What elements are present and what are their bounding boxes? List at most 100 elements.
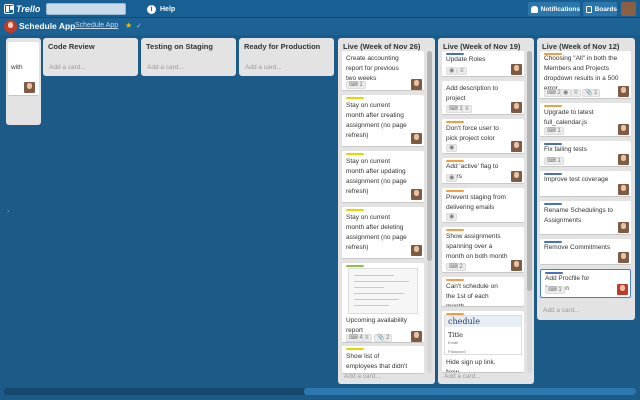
card[interactable]: Can't schedule on the 1st of each month	[442, 277, 524, 307]
list-scrollbar[interactable]	[527, 51, 532, 373]
board-scrollbar[interactable]	[4, 388, 636, 395]
search-input[interactable]	[46, 3, 126, 15]
card-label	[346, 153, 364, 155]
card[interactable]: Choosing "All" in both the Members and P…	[540, 51, 631, 99]
user-avatar[interactable]	[621, 2, 636, 16]
card-title: Remove Commitments	[544, 244, 611, 251]
notifications-button[interactable]: Notifications	[528, 2, 580, 16]
info-icon: i	[147, 4, 156, 14]
member-avatar	[411, 79, 422, 90]
trello-logo[interactable]: Trello	[4, 3, 40, 15]
scrollbar-thumb[interactable]	[427, 51, 432, 261]
card[interactable]: Stay on current month after deleting ass…	[342, 207, 424, 259]
card-title: Upcoming availability report	[346, 317, 408, 334]
member-avatar	[618, 222, 629, 233]
card[interactable]: Remove Commitments	[540, 239, 631, 265]
card-title: Prevent staging from delivering emails	[446, 194, 506, 211]
list-title[interactable]: Testing on Staging	[146, 42, 213, 51]
add-card-link[interactable]: Add a card...	[245, 64, 282, 71]
list-scrollbar[interactable]	[427, 51, 432, 373]
add-card-link[interactable]: Add a card...	[147, 64, 184, 71]
card-label	[446, 279, 464, 281]
star-icon[interactable]: ★	[125, 21, 132, 30]
help-button[interactable]: i Help	[147, 3, 175, 15]
card-title: Update Roles	[446, 56, 486, 63]
member-avatar	[618, 154, 629, 165]
card-cover-image	[348, 268, 418, 314]
card-label	[346, 209, 364, 211]
card-title: Show list of employees that didn't have …	[346, 353, 408, 370]
card[interactable]: Upcoming availability report ⌨ 4 ≡ 📎 2	[342, 263, 424, 343]
attachments-badge: 📎 2	[374, 334, 393, 342]
member-avatar	[411, 331, 422, 342]
list-code-review: Code Review Add a card...	[43, 38, 138, 76]
collapse-arrow-icon[interactable]: ›	[7, 208, 9, 215]
description-badge: ≡	[457, 67, 467, 75]
description-badge: ≡	[571, 89, 581, 97]
card[interactable]: Show list of employees that didn't have …	[342, 346, 424, 374]
subscribe-icon[interactable]: ✓	[136, 22, 142, 30]
card-label	[346, 265, 364, 267]
card[interactable]: Prevent staging from delivering emails ◉	[442, 188, 524, 223]
card[interactable]: Add Procfile for foreman ⌨ 1	[540, 269, 631, 298]
card-title: Don't force user to pick project color	[446, 125, 499, 142]
card[interactable]: Upgrade to latest full_calendar.js ⌨ 1	[540, 103, 631, 137]
organization-link[interactable]: Schedule App	[75, 22, 118, 29]
list-title[interactable]: Live (Week of Nov 26)	[343, 42, 420, 51]
list-title[interactable]: Ready for Production	[244, 42, 320, 51]
card[interactable]: Rename Schedulings to Assignments	[540, 201, 631, 235]
card[interactable]: Improve test coverage	[540, 171, 631, 197]
card-title: Upgrade to latest full_calendar.js	[544, 109, 594, 126]
board-title[interactable]: Schedule App	[19, 21, 75, 31]
notifications-label: Notifications	[540, 5, 580, 13]
cover-title: chedule	[448, 317, 480, 326]
logo-text: Trello	[16, 4, 41, 14]
boards-icon	[586, 5, 592, 13]
card[interactable]: Show assignments spanning over a month o…	[442, 227, 524, 273]
card[interactable]: chedule Title Email Password Hide sign u…	[442, 311, 524, 373]
list-title[interactable]: Code Review	[48, 42, 95, 51]
card[interactable]: Fix failing tests ⌨ 1	[540, 141, 631, 167]
add-card-link[interactable]: Add a card...	[344, 373, 381, 380]
card[interactable]: Update Roles ◉ ≡	[442, 51, 524, 77]
card[interactable]: Add 'active' flag to users ◉	[442, 158, 524, 184]
watch-badge: ◉	[446, 67, 458, 75]
cover-line	[354, 275, 394, 276]
member-avatar	[24, 82, 35, 93]
card-title: Hide sign up link. New	[446, 359, 496, 373]
cover-line	[354, 287, 384, 288]
add-card-link[interactable]: Add a card...	[444, 373, 481, 380]
member-avatar	[411, 133, 422, 144]
list-ready-for-production: Ready for Production Add a card...	[239, 38, 334, 76]
add-card-link[interactable]: Add a card...	[49, 64, 86, 71]
watch-badge: ◉	[446, 174, 458, 182]
card[interactable]: Stay on current month after updating ass…	[342, 151, 424, 203]
list-title[interactable]: Live (Week of Nov 19)	[443, 42, 520, 51]
card-label	[446, 121, 464, 123]
member-avatar	[511, 171, 522, 182]
card-label	[544, 105, 562, 107]
watch-badge: ◉	[446, 213, 458, 221]
card[interactable]: Add description to project ⌨ 1 ≡	[442, 81, 524, 115]
card[interactable]: Don't force user to pick project color ◉	[442, 119, 524, 154]
watch-badge: ◉	[560, 89, 572, 97]
card-title: Stay on current month after updating ass…	[346, 158, 407, 195]
boards-label: Boards	[594, 5, 617, 13]
card[interactable]: Stay on current month after creating ass…	[342, 95, 424, 147]
attachments-badge: 📎 1	[582, 89, 601, 97]
scrollbar-thumb[interactable]	[527, 51, 532, 291]
member-avatar	[511, 102, 522, 113]
add-card-link[interactable]: Add a card...	[543, 307, 580, 314]
boards-button[interactable]: Boards	[583, 2, 617, 16]
card-title: Rename Schedulings to Assignments	[544, 207, 614, 224]
member-avatar	[511, 141, 522, 152]
board-scrollbar-thumb[interactable]	[304, 388, 636, 395]
comments-badge: ⌨ 1	[545, 286, 565, 294]
card[interactable]: Create accounting report for previous tw…	[342, 51, 424, 91]
card-label	[446, 190, 464, 192]
list-live-nov-26: Live (Week of Nov 26) Create accounting …	[338, 38, 435, 384]
card-title: Fix failing tests	[544, 146, 587, 153]
cover-line	[354, 305, 389, 306]
card[interactable]: with	[8, 42, 39, 96]
list-title[interactable]: Live (Week of Nov 12)	[542, 42, 619, 51]
